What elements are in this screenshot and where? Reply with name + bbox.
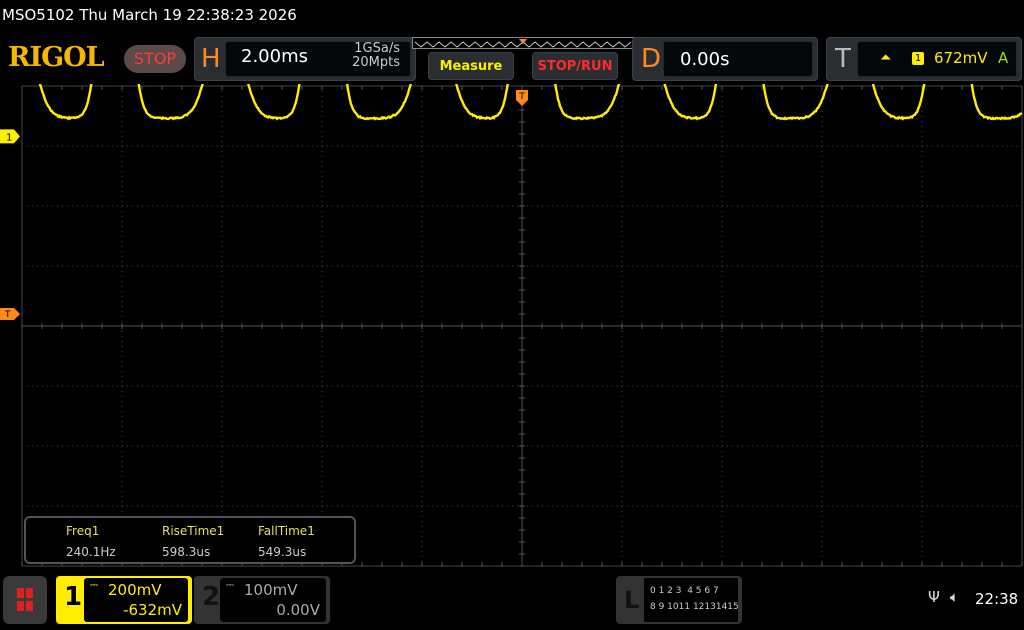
menu-button[interactable] [3, 576, 47, 624]
trigger-position-marker [519, 39, 527, 44]
trigger-time-marker: T [516, 90, 528, 106]
svg-text:1: 1 [6, 132, 12, 143]
measure-button[interactable]: Measure [428, 52, 514, 80]
mute-icon[interactable]: 🔈︎ [950, 588, 959, 606]
memory-depth: 20Mpts [332, 56, 400, 70]
trigger-label: T [835, 39, 851, 79]
channel-number: 1 [64, 582, 82, 612]
delay-value: 0.00s [680, 49, 729, 70]
stop-run-button[interactable]: STOP/RUN [532, 52, 618, 80]
measurement-value: 240.1Hz [66, 545, 116, 559]
trigger-mode: A [998, 49, 1008, 67]
measurement-value: 598.3us [162, 545, 210, 559]
measurement-label: RiseTime1 [162, 524, 224, 538]
acquisition-info: 1GSa/s 20Mpts [332, 42, 400, 70]
channel-2-panel[interactable]: 2 ⎓ 100mV 0.00V [194, 576, 330, 624]
measurement-panel: Freq1 240.1Hz RiseTime1 598.3us FallTime1 549… [24, 516, 356, 564]
window-title: MSO5102 Thu March 19 22:38:23 2026 [2, 6, 297, 24]
trigger-level: 672mV [934, 49, 988, 67]
grid-menu-icon [3, 576, 47, 624]
graticule [22, 86, 1022, 566]
logic-panel[interactable]: L 0 1 2 3 4 5 6 7 8 9 1011 12131415 [616, 576, 742, 624]
digital-channels-row1: 0 1 2 3 4 5 6 7 [650, 586, 719, 596]
waveform-display[interactable]: T T 1 [0, 84, 1024, 572]
sample-rate: 1GSa/s [332, 42, 400, 56]
dc-coupling-icon: ⎓ [226, 580, 234, 591]
channel-1-panel[interactable]: 1 ⎓ 200mV -632mV [56, 576, 192, 624]
channel-offset: -632mV [123, 601, 182, 619]
delay-label: D [641, 39, 661, 79]
trigger-panel[interactable]: T [826, 37, 1022, 81]
channel-scale: 100mV [244, 581, 298, 599]
usb-icon: Ψ [928, 588, 940, 606]
measurement-label: Freq1 [66, 524, 99, 538]
measurement-value: 549.3us [258, 545, 306, 559]
ch1-ground-marker: 1 [0, 129, 20, 143]
measurement-label: FallTime1 [258, 524, 315, 538]
run-state-badge[interactable]: STOP [124, 45, 186, 73]
memory-overview-strip[interactable] [412, 37, 634, 49]
trigger-source: 1 [912, 52, 924, 65]
channel-number: 2 [202, 582, 220, 612]
digital-channels-row2: 8 9 1011 12131415 [650, 602, 739, 612]
logic-label: L [624, 580, 639, 620]
svg-text:T: T [4, 310, 11, 320]
horizontal-label: H [201, 39, 221, 79]
channel-offset: 0.00V [276, 601, 320, 619]
dc-coupling-icon: ⎓ [90, 580, 98, 591]
timebase-value: 2.00ms [241, 46, 308, 67]
channel-scale: 200mV [108, 581, 162, 599]
rigol-logo: RIGOL [8, 42, 104, 73]
status-clock: 22:38 [975, 590, 1018, 608]
trigger-level-marker: T [0, 308, 20, 320]
rising-edge-icon: ⏶ [880, 50, 891, 66]
